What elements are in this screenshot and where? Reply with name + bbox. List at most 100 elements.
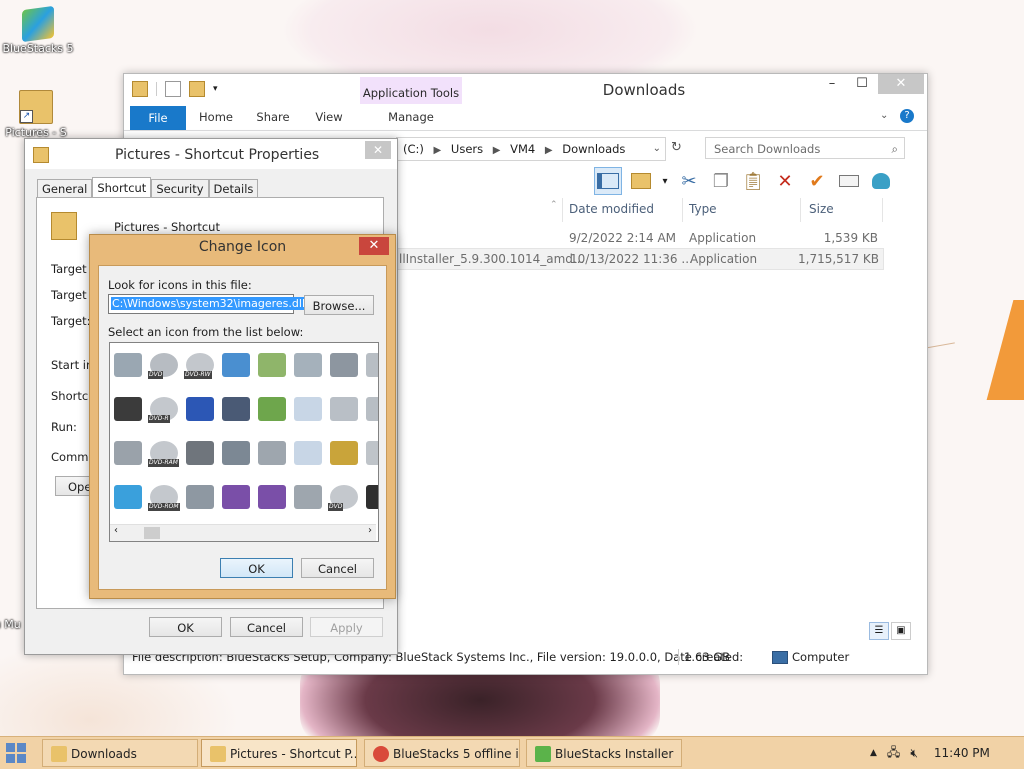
scroll-left-icon[interactable]: ‹ [114,525,118,536]
maximize-button[interactable]: ☐ [848,74,876,94]
scanner-icon[interactable] [326,387,362,431]
preview-pane-button[interactable] [594,167,622,195]
properties-icon[interactable] [165,81,181,97]
camera-icon[interactable] [326,343,362,387]
close-button[interactable]: ✕ [359,237,389,255]
checkmark-icon[interactable]: ✔ [804,168,830,194]
icon-list[interactable]: DVD DVD-RW DVD-R DVD-RAM DVD-ROM DVD ‹ › [109,342,379,542]
tab-details[interactable]: Details [208,179,259,198]
printer-icon[interactable] [254,431,290,475]
tab-shortcut[interactable]: Shortcut [92,177,152,199]
taskbar-item-pictures-properties[interactable]: Pictures - Shortcut P... [201,739,357,767]
dvd-rom-icon[interactable]: DVD-ROM [146,475,182,519]
tab-manage[interactable]: Manage [360,106,462,128]
windows-drive-icon[interactable] [110,475,146,519]
tab-view[interactable]: View [312,106,346,128]
memory-chip-icon[interactable] [110,387,146,431]
paste-icon[interactable]: 📋︎ [740,168,766,194]
shared-printer-icon[interactable] [254,343,290,387]
file-row[interactable]: 9/2/2022 2:14 AM Application 1,539 KB [394,228,882,248]
close-button[interactable]: ✕ [365,141,391,159]
tab-home[interactable]: Home [196,106,236,128]
minimize-button[interactable]: – [818,74,846,94]
start-button[interactable] [6,743,26,763]
rename-icon[interactable] [836,168,862,194]
dvd-rw-icon[interactable]: DVD-RW [182,343,218,387]
horizontal-scrollbar[interactable]: ‹ › [110,524,376,541]
details-view-icon[interactable]: ☰ [869,622,889,640]
cut-icon[interactable]: ✂ [676,168,702,194]
large-icons-view-icon[interactable]: ▣ [891,622,911,640]
ok-button[interactable]: OK [149,617,222,637]
breadcrumb-downloads[interactable]: Downloads [562,138,625,160]
network-drive-icon[interactable] [110,343,146,387]
cancel-button[interactable]: Cancel [301,558,374,578]
hard-drive-icon[interactable] [110,431,146,475]
search-input[interactable]: Search Downloads ⌕ [705,137,905,159]
mobile-phone-icon[interactable] [218,431,254,475]
help-icon[interactable]: ? [900,109,914,123]
folder-icon[interactable] [132,81,148,97]
camcorder-icon[interactable] [218,387,254,431]
blue-drive-icon[interactable] [182,387,218,431]
tab-security[interactable]: Security [151,179,209,198]
cancel-button[interactable]: Cancel [230,617,303,637]
clock[interactable]: 11:40 PM [934,746,990,760]
desktop-icon-pictures[interactable]: ↗ Pictures - S [0,90,72,139]
column-type[interactable]: Type [689,202,717,216]
recycle-bin-full-icon[interactable] [290,431,326,475]
breadcrumb-users[interactable]: Users [451,138,483,160]
breadcrumb-drive[interactable]: (C:) [403,138,424,160]
network-icon[interactable]: 🖧︎ [887,743,900,764]
ok-button[interactable]: OK [220,558,293,578]
desktop-icon-bluestacks[interactable]: BlueStacks 5 [2,5,74,55]
dvd-r-icon[interactable]: DVD-R [146,387,182,431]
tape-drive-icon[interactable] [182,431,218,475]
tab-share[interactable]: Share [254,106,292,128]
chevron-down-icon[interactable]: ▾ [660,168,670,194]
chevron-up-icon[interactable]: ▲ [870,748,877,758]
chevron-down-icon[interactable]: ⌄ [880,110,888,121]
scroll-right-icon[interactable]: › [368,525,372,536]
column-date-modified[interactable]: Date modified [569,202,654,216]
network-share-icon[interactable] [254,387,290,431]
floppy-drive-icon[interactable] [254,475,290,519]
address-bar[interactable]: (C:) ▶ Users ▶ VM4 ▶ Downloads ⌄ [396,137,666,161]
globe-printer-icon[interactable] [218,343,254,387]
column-size[interactable]: Size [809,202,834,216]
chevron-down-icon[interactable]: ⌄ [653,138,661,160]
dvd-ram-icon[interactable]: DVD-RAM [146,431,182,475]
chevron-down-icon[interactable]: ▾ [213,84,218,94]
breadcrumb-vm4[interactable]: VM4 [510,138,535,160]
new-folder-icon[interactable] [189,81,205,97]
taskbar-item-downloads[interactable]: Downloads [42,739,198,767]
tab-general[interactable]: General [37,179,93,198]
drive-partial-icon[interactable] [362,343,378,387]
shell-icon[interactable] [868,168,894,194]
refresh-icon[interactable]: ↻ [671,140,682,155]
lock-icon[interactable] [326,431,362,475]
drive-partial-2-icon[interactable] [362,387,378,431]
scroll-thumb[interactable] [144,527,160,539]
copy-icon[interactable]: ❐ [708,168,734,194]
file-row-selected[interactable]: llInstaller_5.9.300.1014_amd... 10/13/20… [394,248,884,270]
dvd-drive-icon[interactable]: DVD [146,343,182,387]
dvd-disc-icon[interactable]: DVD [326,475,362,519]
properties-folder-icon[interactable] [628,168,654,194]
browse-button[interactable]: Browse... [304,295,374,315]
volume-muted-icon[interactable]: 🔇︎ [910,746,918,761]
apply-button[interactable]: Apply [310,617,383,637]
cd-partial-icon[interactable] [362,431,378,475]
taskbar-item-bluestacks-installer[interactable]: BlueStacks Installer [526,739,682,767]
removable-drive-icon[interactable] [182,475,218,519]
icon-file-path-input[interactable]: C:\Windows\system32\imageres.dll [108,294,307,314]
floppy-network-icon[interactable] [218,475,254,519]
taskbar-item-chrome[interactable]: BlueStacks 5 offline i... [364,739,520,767]
recycle-bin-icon[interactable] [290,387,326,431]
printer-2-icon[interactable] [290,475,326,519]
tab-file[interactable]: File [130,106,186,130]
media-player-icon[interactable] [362,475,378,519]
close-button[interactable]: ✕ [878,74,924,94]
printer-network-icon[interactable] [290,343,326,387]
delete-icon[interactable]: ✕ [772,168,798,194]
